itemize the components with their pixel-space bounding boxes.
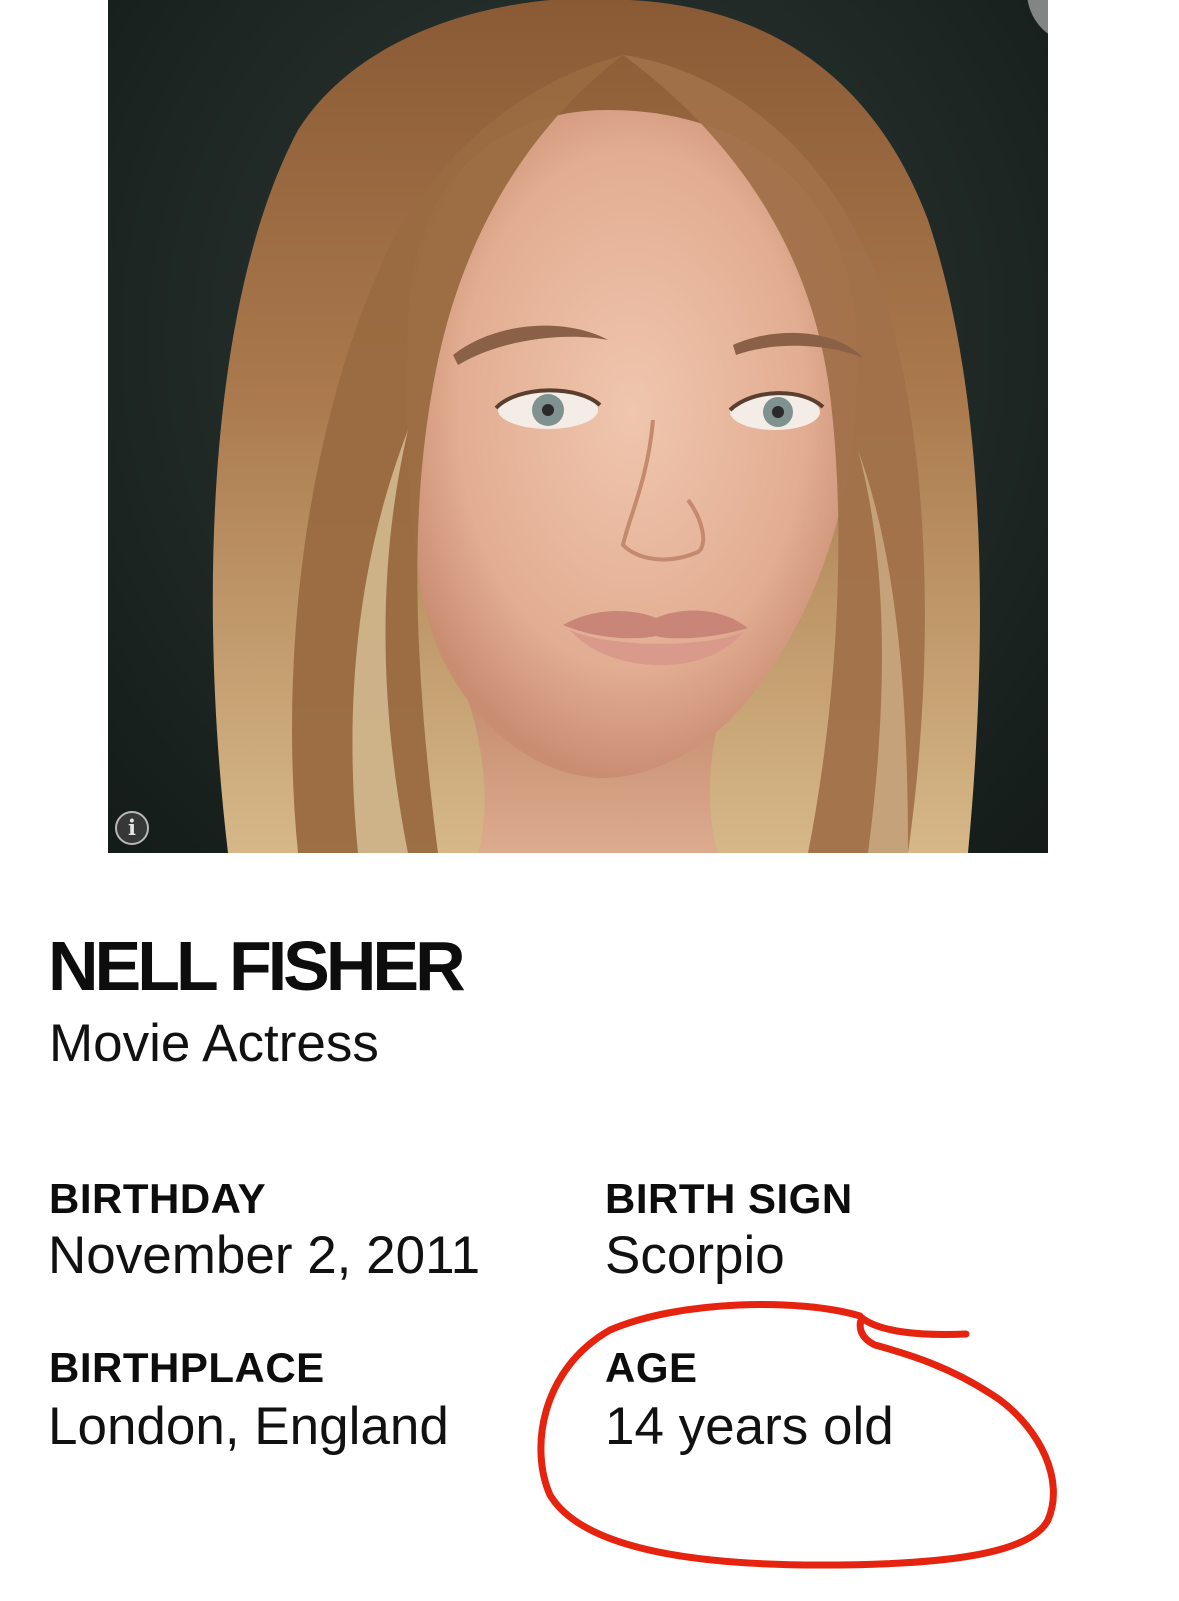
portrait-illustration <box>212 0 980 853</box>
birthplace-label: BIRTHPLACE <box>49 1344 325 1391</box>
birthplace-value[interactable]: London, England <box>48 1395 449 1459</box>
profile-photo[interactable] <box>108 0 1048 853</box>
age-value: 14 years old <box>605 1397 894 1456</box>
info-icon[interactable]: i <box>115 811 149 845</box>
birthday-label: BIRTHDAY <box>49 1175 267 1222</box>
occupation: Movie Actress <box>49 1014 379 1073</box>
birth-sign-value[interactable]: Scorpio <box>605 1224 785 1288</box>
age-label: AGE <box>605 1344 698 1391</box>
person-name: NELL FISHER <box>48 927 466 1005</box>
birthday-value: November 2, 2011 <box>48 1226 481 1285</box>
birth-sign-label: BIRTH SIGN <box>605 1175 853 1222</box>
